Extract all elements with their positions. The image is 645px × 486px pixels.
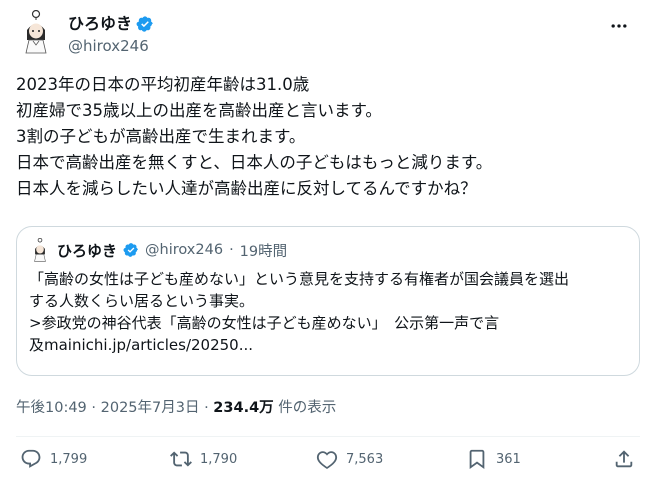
like-count: 7,563 bbox=[346, 451, 384, 467]
retweet-icon bbox=[170, 451, 192, 467]
share-button[interactable] bbox=[613, 448, 635, 470]
tweet-line: 日本人を減らしたい人達が高齢出産に反対してるんですかね？ bbox=[16, 179, 477, 198]
name-row: ひろゆき bbox=[68, 14, 154, 34]
view-count: 234.4万 bbox=[213, 400, 274, 416]
tweet-line: 日本で高齢出産を無くすと、日本人の子どもはもっと減ります。 bbox=[16, 153, 493, 172]
quote-line: 「高齢の女性は子ども産めない」という意見を支持する有権者が国会議員を選出 bbox=[29, 270, 570, 288]
quote-header: ひろゆき @hirox246 · 19時間 bbox=[29, 237, 627, 262]
tweet-header: ひろゆき @hirox246 bbox=[16, 10, 629, 58]
heart-icon bbox=[316, 451, 338, 470]
user-info: ひろゆき @hirox246 bbox=[68, 14, 154, 56]
bookmark-button[interactable]: 361 bbox=[466, 448, 521, 470]
action-bar: 1,799 1,790 7,563 361 bbox=[16, 448, 640, 478]
user-handle[interactable]: @hirox246 bbox=[68, 36, 154, 56]
tweet-line: 2023年の日本の平均初産年齢は31.0歳 bbox=[16, 75, 310, 94]
reply-count: 1,799 bbox=[50, 451, 88, 467]
quote-display-name: ひろゆき bbox=[57, 241, 118, 260]
more-options-icon[interactable] bbox=[609, 16, 629, 36]
like-button[interactable]: 7,563 bbox=[316, 448, 383, 470]
verified-badge-icon bbox=[123, 242, 139, 258]
quote-tweet-card[interactable]: ひろゆき @hirox246 · 19時間 「高齢の女性は子ども産めない」という… bbox=[16, 226, 640, 376]
tweet-text: 2023年の日本の平均初産年齢は31.0歳 初産婦で35歳以上の出産を高齢出産と… bbox=[16, 72, 629, 202]
tweet-line: 初産婦で35歳以上の出産を高齢出産と言います。 bbox=[16, 101, 382, 120]
display-name[interactable]: ひろゆき bbox=[68, 14, 132, 34]
avatar[interactable] bbox=[16, 10, 56, 54]
tweet-meta: 午後10:49 · 2025年7月3日 · 234.4万 件の表示 bbox=[16, 396, 336, 417]
bookmark-count: 361 bbox=[496, 451, 521, 467]
view-count-label: 件の表示 bbox=[273, 400, 337, 416]
tweet-container: ひろゆき @hirox246 2023年の日本の平均初産年齢は31.0歳 初産婦… bbox=[0, 0, 645, 486]
quote-handle: @hirox246 bbox=[145, 242, 224, 258]
quote-text: 「高齢の女性は子ども産めない」という意見を支持する有権者が国会議員を選出 する人… bbox=[29, 268, 627, 356]
bookmark-icon bbox=[469, 449, 485, 470]
reply-icon bbox=[21, 449, 41, 468]
tweet-line: 3割の子どもが高齢出産で生まれます。 bbox=[16, 127, 306, 146]
quote-timestamp[interactable]: 19時間 bbox=[240, 240, 287, 261]
avatar-illustration bbox=[25, 10, 47, 54]
quote-avatar bbox=[29, 237, 51, 262]
quote-line: >参政党の神谷代表「高齢の女性は子ども産めない」 公示第一声で言 bbox=[29, 314, 500, 332]
retweet-count: 1,790 bbox=[200, 451, 238, 467]
quote-line: する人数くらい居るという事実。 bbox=[29, 292, 255, 310]
retweet-button[interactable]: 1,790 bbox=[170, 448, 237, 470]
quote-line: 及mainichi.jp/articles/20250... bbox=[29, 336, 254, 354]
share-icon bbox=[615, 450, 633, 468]
verified-badge-icon[interactable] bbox=[136, 15, 154, 33]
quote-separator: · bbox=[229, 242, 234, 258]
reply-button[interactable]: 1,799 bbox=[20, 448, 87, 470]
tweet-timestamp[interactable]: 午後10:49 · 2025年7月3日 · bbox=[16, 400, 213, 416]
divider bbox=[16, 436, 640, 437]
